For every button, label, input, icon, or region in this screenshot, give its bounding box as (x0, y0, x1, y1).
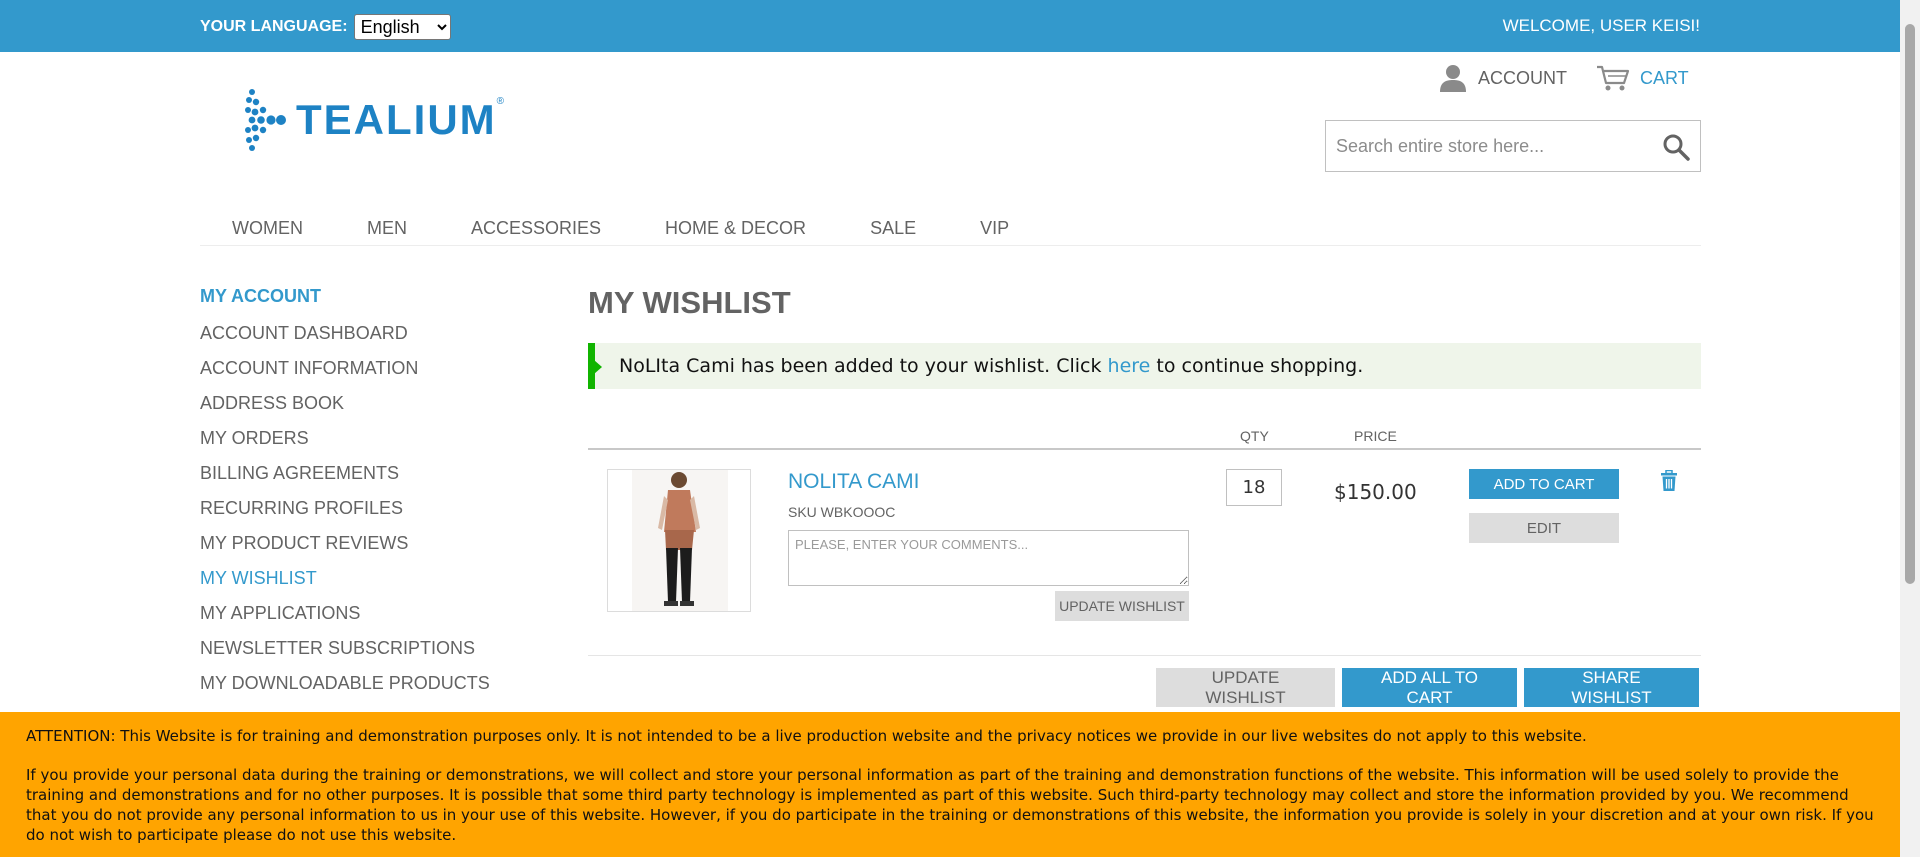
search-button[interactable] (1662, 133, 1690, 161)
sidebar-item-account-information[interactable]: ACCOUNT INFORMATION (200, 351, 490, 386)
registered-mark: ® (496, 96, 505, 107)
user-icon (1440, 65, 1466, 92)
language-select[interactable]: English (353, 14, 451, 40)
product-sku: SKU WBKoooC (788, 504, 896, 520)
update-wishlist-item-button[interactable]: UPDATE WISHLIST (1055, 591, 1189, 621)
sidebar-item-newsletter-subscriptions[interactable]: NEWSLETTER SUBSCRIPTIONS (200, 631, 490, 666)
search-box (1325, 120, 1701, 172)
welcome-message: WELCOME, USER KEISI! (1502, 16, 1700, 35)
wishlist-actions: UPDATE WISHLIST ADD ALL TO CART SHARE WI… (1156, 668, 1699, 707)
product-name-link[interactable]: NOLITA CAMI (788, 470, 919, 494)
message-text-after: to continue shopping. (1150, 355, 1364, 377)
qty-input[interactable] (1226, 469, 1282, 506)
demo-notice-banner: ATTENTION: This Website is for training … (0, 712, 1900, 857)
product-image[interactable] (607, 469, 751, 612)
cart-link[interactable]: CART (1596, 64, 1689, 92)
sidebar-item-my-downloadable-products[interactable]: MY DOWNLOADABLE PRODUCTS (200, 666, 490, 701)
cart-icon (1597, 65, 1630, 91)
share-wishlist-button[interactable]: SHARE WISHLIST (1524, 668, 1699, 707)
success-arrow-icon (594, 360, 602, 374)
language-label: YOUR LANGUAGE: (200, 18, 348, 35)
logo-dots-icon (245, 89, 286, 151)
wishlist-main: MY WISHLIST NoLIta Cami has been added t… (588, 285, 1701, 707)
nav-item-men[interactable]: MEN (335, 210, 439, 245)
logo-text: TEALIUM (296, 96, 497, 143)
top-bar: YOUR LANGUAGE: English WELCOME, USER KEI… (0, 0, 1900, 52)
notice-privacy: If you provide your personal data during… (26, 766, 1874, 844)
sidebar-item-my-wishlist[interactable]: MY WISHLIST (200, 561, 490, 596)
product-photo (608, 470, 750, 611)
main-nav: WOMEN MEN ACCESSORIES HOME & DECOR SALE … (200, 210, 1701, 246)
nav-item-home-decor[interactable]: HOME & DECOR (633, 210, 838, 245)
nav-item-women[interactable]: WOMEN (200, 210, 335, 245)
success-message: NoLIta Cami has been added to your wishl… (588, 343, 1701, 389)
account-link[interactable]: ACCOUNT (1438, 64, 1567, 92)
sidebar-title: MY ACCOUNT (200, 286, 321, 306)
sidebar-item-address-book[interactable]: ADDRESS BOOK (200, 386, 490, 421)
sidebar-item-recurring-profiles[interactable]: RECURRING PROFILES (200, 491, 490, 526)
message-text-before: NoLIta Cami has been added to your wishl… (619, 355, 1108, 377)
column-header-qty: QTY (1240, 428, 1269, 444)
account-label: ACCOUNT (1478, 67, 1567, 88)
wishlist-table-header: QTY PRICE (588, 426, 1701, 450)
account-sidebar: MY ACCOUNT ACCOUNT DASHBOARD ACCOUNT INF… (200, 286, 490, 701)
site-logo[interactable]: TEALIUM ® (244, 86, 504, 154)
comment-textarea[interactable] (788, 530, 1189, 586)
nav-item-vip[interactable]: VIP (948, 210, 1041, 245)
sidebar-item-my-orders[interactable]: MY ORDERS (200, 421, 490, 456)
notice-attention: ATTENTION: This Website is for training … (26, 727, 1587, 745)
column-header-price: PRICE (1354, 428, 1397, 444)
language-switcher: YOUR LANGUAGE: English (200, 14, 451, 40)
page-scrollbar[interactable] (1900, 0, 1920, 857)
page-title: MY WISHLIST (588, 285, 791, 320)
search-input[interactable] (1326, 121, 1646, 171)
continue-shopping-link[interactable]: here (1108, 355, 1151, 377)
sidebar-item-account-dashboard[interactable]: ACCOUNT DASHBOARD (200, 316, 490, 351)
sidebar-item-my-applications[interactable]: MY APPLICATIONS (200, 596, 490, 631)
product-price: $150.00 (1334, 480, 1417, 504)
update-wishlist-button[interactable]: UPDATE WISHLIST (1156, 668, 1335, 707)
nav-item-sale[interactable]: SALE (838, 210, 948, 245)
edit-button[interactable]: EDIT (1469, 513, 1619, 543)
scrollbar-thumb[interactable] (1905, 24, 1915, 584)
trash-icon[interactable] (1660, 470, 1678, 492)
add-all-to-cart-button[interactable]: ADD ALL TO CART (1342, 668, 1517, 707)
table-row: NOLITA CAMI SKU WBKoooC UPDATE WISHLIST … (588, 450, 1701, 656)
sidebar-item-my-product-reviews[interactable]: MY PRODUCT REVIEWS (200, 526, 490, 561)
search-icon (1663, 134, 1690, 161)
add-to-cart-button[interactable]: ADD TO CART (1469, 469, 1619, 499)
sidebar-item-billing-agreements[interactable]: BILLING AGREEMENTS (200, 456, 490, 491)
cart-label: CART (1640, 67, 1689, 88)
nav-item-accessories[interactable]: ACCESSORIES (439, 210, 633, 245)
